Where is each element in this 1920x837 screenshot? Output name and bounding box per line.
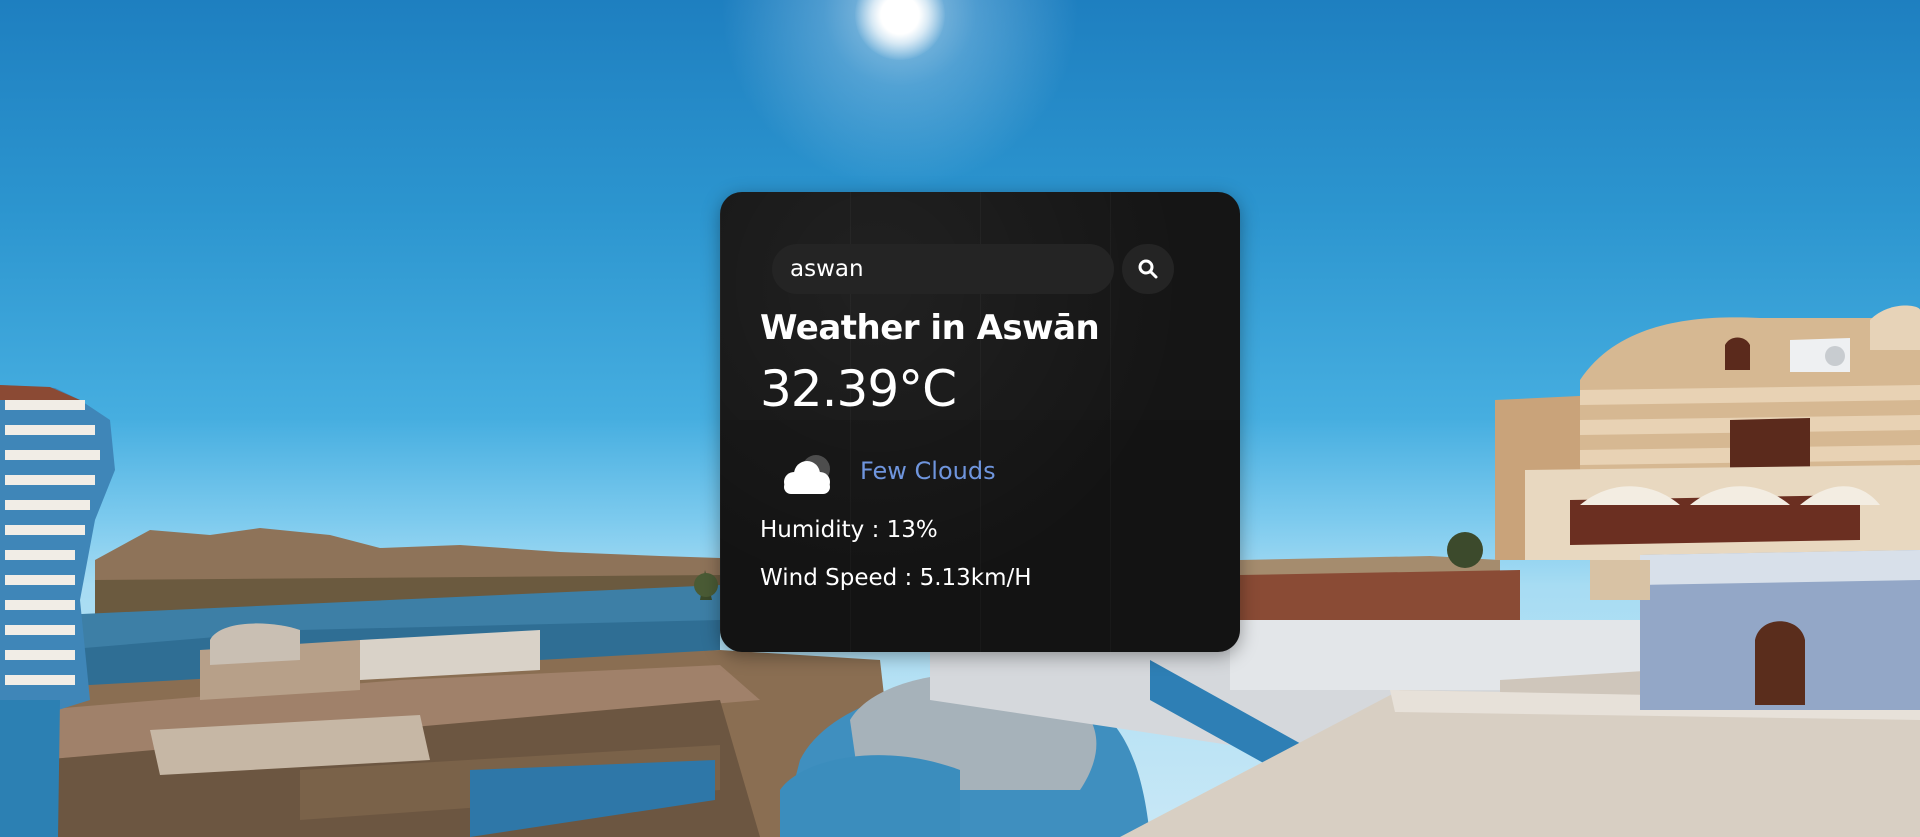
search-button[interactable] [1122,244,1174,294]
temperature: 32.39°C [760,360,957,418]
humidity: Humidity : 13% [760,517,938,543]
weather-card: Weather in Aswān 32.39°C Few Clouds Humi… [720,192,1240,652]
search-icon [1138,259,1158,279]
wind-speed: Wind Speed : 5.13km/H [760,565,1032,591]
city-title: Weather in Aswān [760,308,1100,348]
few-clouds-icon [784,455,830,494]
search-input[interactable] [772,244,1114,294]
search-bar [772,244,1192,296]
weather-condition: Few Clouds [860,457,996,485]
